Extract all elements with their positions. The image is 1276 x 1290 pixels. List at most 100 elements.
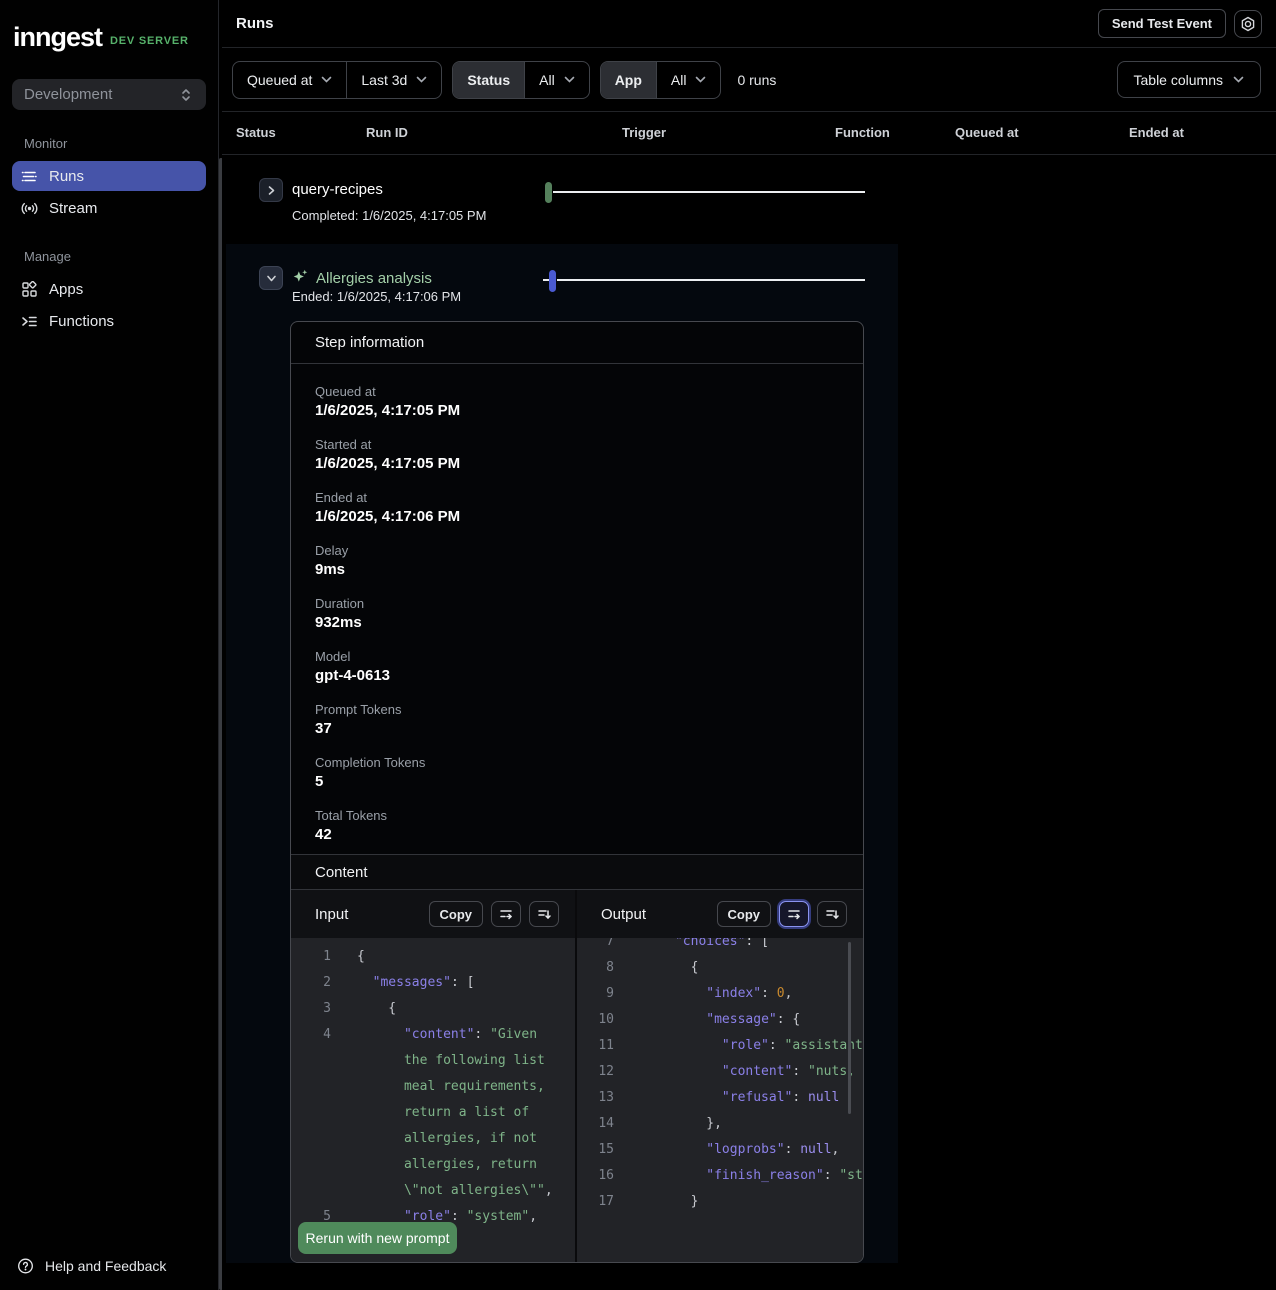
output-toolbar: Output Copy — [577, 890, 863, 938]
chevron-down-icon — [695, 76, 706, 83]
collapse-row-button[interactable] — [259, 266, 283, 290]
code-line: allergies, return — [291, 1152, 575, 1178]
status-filter-dropdown[interactable]: All — [524, 62, 589, 98]
chevron-right-icon — [267, 185, 276, 196]
code-line: 13 "refusal": null — [577, 1085, 863, 1111]
column-header-run-id: Run ID — [366, 125, 408, 140]
code-line: 12 "content": "nuts, milk", — [577, 1059, 863, 1085]
copy-input-button[interactable]: Copy — [429, 901, 484, 927]
app-filter-dropdown[interactable]: All — [656, 62, 721, 98]
run-name[interactable]: query-recipes — [292, 181, 383, 198]
line-number: 1 — [291, 944, 331, 970]
output-scrollbar[interactable] — [848, 942, 851, 1114]
field-label: Duration — [315, 596, 839, 612]
field-value: 1/6/2025, 4:17:05 PM — [315, 454, 839, 474]
line-number: 13 — [577, 1085, 614, 1111]
line-number — [291, 1152, 331, 1178]
field-label: Completion Tokens — [315, 755, 839, 771]
timeline-duration-line — [557, 279, 865, 281]
input-label: Input — [315, 906, 348, 923]
chevron-down-icon — [564, 76, 575, 83]
settings-gear-button[interactable] — [1234, 10, 1262, 38]
code-line: 4 "content": "Given — [291, 1022, 575, 1048]
line-number: 16 — [577, 1163, 614, 1189]
filter-bar: Queued at Last 3d Status All App All — [222, 48, 1276, 112]
input-code-editor[interactable]: 1{2 "messages": [3 {4 "content": "Given … — [291, 938, 577, 1262]
io-toolbar: Input Copy Output — [291, 890, 863, 938]
step-info-field: Duration932ms — [315, 596, 839, 633]
time-range-dropdown[interactable]: Last 3d — [346, 62, 441, 98]
top-bar: Runs Send Test Event — [222, 0, 1276, 48]
column-header-function: Function — [835, 125, 890, 140]
line-number: 17 — [577, 1189, 614, 1215]
line-number: 8 — [577, 955, 614, 981]
field-value: gpt-4-0613 — [315, 666, 839, 686]
sidebar-item-functions[interactable]: Functions — [12, 306, 206, 336]
nav-section-manage: Manage — [24, 249, 218, 264]
field-label: Ended at — [315, 490, 839, 506]
step-name[interactable]: Allergies analysis — [316, 270, 432, 287]
expanded-run-row: Allergies analysis Ended: 1/6/2025, 4:17… — [226, 244, 898, 1263]
code-line: \"not allergies\"", — [291, 1178, 575, 1204]
app-filter-label: App — [601, 62, 656, 98]
code-line: allergies, if not — [291, 1126, 575, 1152]
code-line: 17 } — [577, 1189, 863, 1215]
run-count: 0 runs — [737, 72, 776, 88]
code-line: meal requirements, — [291, 1074, 575, 1100]
copy-output-button[interactable]: Copy — [717, 901, 772, 927]
line-number: 10 — [577, 1007, 614, 1033]
chevron-down-icon — [321, 76, 332, 83]
sidebar-item-apps[interactable]: Apps — [12, 274, 206, 304]
field-label: Total Tokens — [315, 808, 839, 824]
code-line: 15 "logprobs": null, — [577, 1137, 863, 1163]
sidebar-item-label: Stream — [49, 200, 97, 217]
field-label: Started at — [315, 437, 839, 453]
field-value: 932ms — [315, 613, 839, 633]
app-root: inngest DEV SERVER Development Monitor R… — [0, 0, 1276, 1290]
code-line: 11 "role": "assistant", — [577, 1033, 863, 1059]
send-test-event-button[interactable]: Send Test Event — [1098, 9, 1226, 38]
status-filter-group[interactable]: Status All — [452, 61, 589, 99]
table-columns-button[interactable]: Table columns — [1117, 61, 1262, 98]
line-number — [291, 1126, 331, 1152]
logo: inngest DEV SERVER — [0, 0, 218, 53]
wrap-text-button[interactable] — [491, 901, 521, 927]
column-header-status: Status — [236, 125, 276, 140]
sidebar-item-label: Runs — [49, 168, 84, 185]
scroll-to-bottom-button[interactable] — [817, 901, 847, 927]
time-filter-group[interactable]: Queued at Last 3d — [232, 61, 442, 99]
content-header: Content — [291, 854, 863, 890]
status-filter-label: Status — [453, 62, 524, 98]
step-info-field: Delay9ms — [315, 543, 839, 580]
code-line: 10 "message": { — [577, 1007, 863, 1033]
field-value: 1/6/2025, 4:17:06 PM — [315, 507, 839, 527]
scroll-to-bottom-button[interactable] — [529, 901, 559, 927]
field-value: 37 — [315, 719, 839, 739]
code-line: 8 { — [577, 955, 863, 981]
code-line: return a list of — [291, 1100, 575, 1126]
expand-row-button[interactable] — [259, 178, 283, 202]
time-field-dropdown[interactable]: Queued at — [233, 62, 346, 98]
sidebar-item-stream[interactable]: Stream — [12, 193, 206, 223]
code-line: 3 { — [291, 996, 575, 1022]
app-filter-group[interactable]: App All — [600, 61, 722, 99]
output-code-editor[interactable]: 7 "choices": [8 {9 "index": 0,10 "messag… — [577, 938, 863, 1262]
help-and-feedback[interactable]: Help and Feedback — [17, 1257, 166, 1274]
code-line: 9 "index": 0, — [577, 981, 863, 1007]
sidebar-item-label: Functions — [49, 313, 114, 330]
step-info-field: Completion Tokens5 — [315, 755, 839, 792]
environment-select[interactable]: Development — [12, 79, 206, 110]
column-header-queued-at: Queued at — [955, 125, 1019, 140]
sidebar-item-runs[interactable]: Runs — [12, 161, 206, 191]
step-info-field: Started at1/6/2025, 4:17:05 PM — [315, 437, 839, 474]
line-number: 3 — [291, 996, 331, 1022]
help-label: Help and Feedback — [45, 1258, 166, 1274]
wrap-text-icon — [787, 907, 801, 921]
wrap-text-button-active[interactable] — [779, 901, 809, 927]
input-toolbar: Input Copy — [291, 890, 577, 938]
page-title: Runs — [236, 15, 274, 32]
apps-grid-icon — [21, 281, 38, 298]
line-number: 9 — [577, 981, 614, 1007]
line-number — [291, 1178, 331, 1204]
rerun-with-new-prompt-button[interactable]: Rerun with new prompt — [298, 1222, 457, 1254]
